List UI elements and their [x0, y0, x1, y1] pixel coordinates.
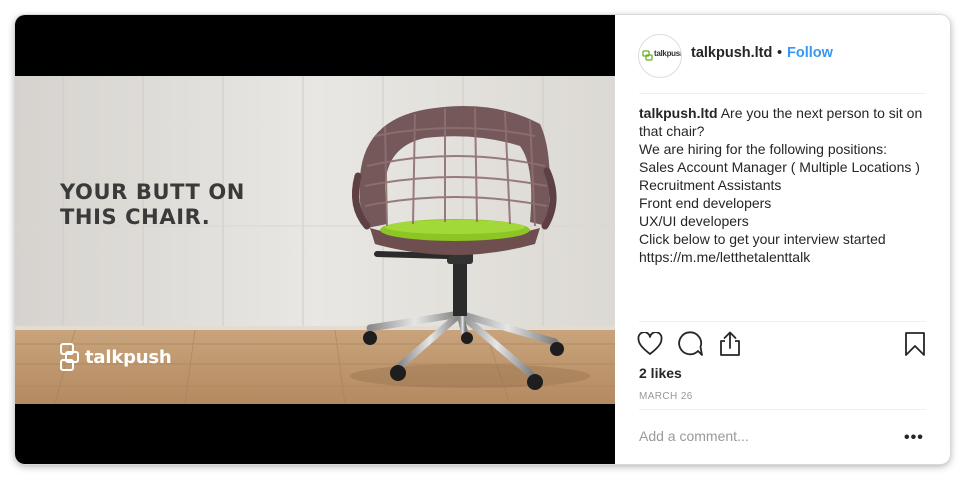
follow-button[interactable]: Follow — [787, 45, 833, 61]
divider — [639, 409, 926, 410]
comment-button[interactable] — [675, 329, 705, 359]
comment-input[interactable] — [639, 428, 889, 444]
caption: talkpush.ltd Are you the next person to … — [639, 104, 924, 266]
heart-icon — [637, 332, 663, 355]
share-icon — [720, 331, 740, 356]
header-username[interactable]: talkpush.ltd — [691, 45, 772, 61]
more-options-icon[interactable]: ••• — [904, 429, 924, 447]
action-bar — [635, 329, 930, 359]
post-media[interactable]: YOUR BUTT ON THIS CHAIR. talkpush — [15, 15, 615, 464]
caption-link[interactable]: https://m.me/letthetalenttalk — [639, 248, 924, 266]
speech-bubble-icon — [678, 331, 703, 356]
caption-line: Click below to get your interview starte… — [639, 231, 886, 247]
avatar-text: talkpush — [654, 49, 682, 58]
caption-username[interactable]: talkpush.ltd — [639, 105, 718, 121]
bookmark-icon — [905, 332, 925, 356]
brand-watermark: talkpush — [59, 342, 172, 372]
instagram-post-card: YOUR BUTT ON THIS CHAIR. talkpush talkpu… — [15, 15, 950, 464]
caption-line: Recruitment Assistants — [639, 177, 782, 193]
caption-line: We are hiring for the following position… — [639, 141, 887, 157]
talkpush-logo-icon — [60, 343, 79, 371]
likes-count[interactable]: 2 likes — [639, 365, 682, 381]
avatar[interactable]: talkpush — [638, 34, 682, 78]
caption-line: Front end developers — [639, 195, 772, 211]
caption-line: Sales Account Manager ( Multiple Locatio… — [639, 159, 920, 175]
share-button[interactable] — [715, 329, 745, 359]
like-button[interactable] — [635, 329, 665, 359]
caption-line: UX/UI developers — [639, 213, 749, 229]
post-date: MARCH 26 — [639, 391, 693, 402]
post-headline: YOUR BUTT ON THIS CHAIR. — [60, 180, 245, 230]
header-dot: • — [777, 45, 783, 61]
divider — [639, 93, 926, 94]
headline-line-1: YOUR BUTT ON — [60, 180, 245, 204]
headline-line-2: THIS CHAIR. — [60, 205, 211, 229]
brand-text: talkpush — [85, 346, 172, 368]
save-button[interactable] — [900, 329, 930, 359]
post-photo: YOUR BUTT ON THIS CHAIR. talkpush — [15, 76, 615, 404]
post-header: talkpush talkpush.ltd • Follow — [615, 15, 950, 93]
post-sidebar: talkpush talkpush.ltd • Follow talkpush.… — [615, 15, 950, 464]
divider — [639, 321, 926, 322]
